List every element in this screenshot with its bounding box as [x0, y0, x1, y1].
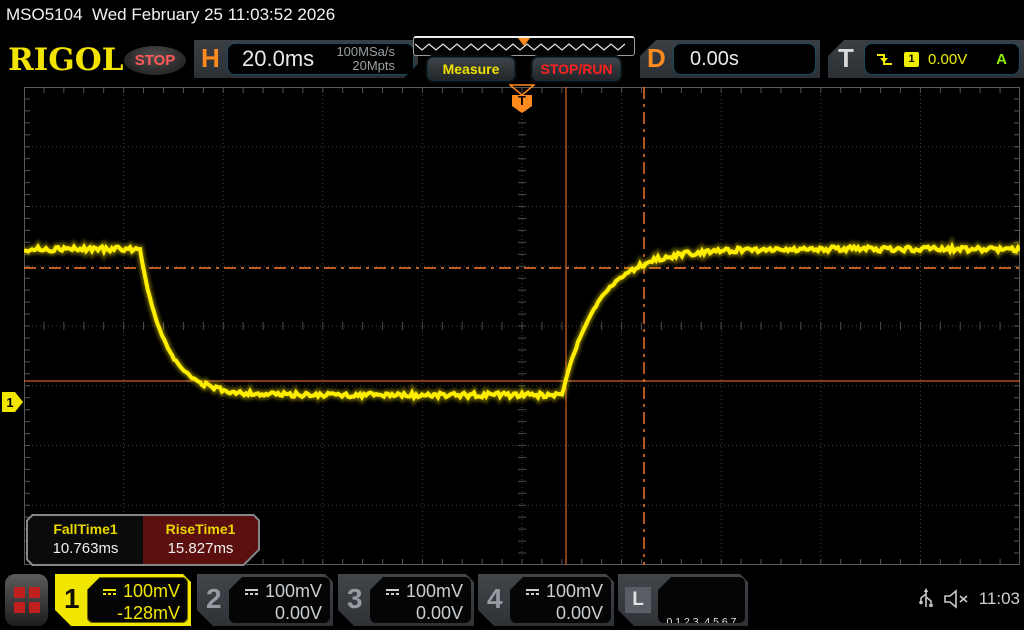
measurement-label: FallTime1: [28, 521, 143, 537]
channel-scale: 100mV: [406, 581, 463, 602]
logic-channels-row1: 0 1 2 3 4 5 6 7: [658, 615, 745, 630]
measurement-risetime[interactable]: RiseTime1 15.827ms: [143, 516, 258, 564]
delay-label: D: [647, 43, 666, 74]
trigger-mode: A: [996, 51, 1009, 68]
channel-number: 4: [487, 583, 503, 615]
falling-edge-icon: [875, 51, 895, 67]
horizontal-settings-box[interactable]: H 20.0ms 100MSa/s 20Mpts: [194, 40, 418, 78]
measurement-value: 15.827ms: [143, 540, 258, 557]
oscilloscope-screen: MSO5104 Wed February 25 11:03:52 2026 RI…: [0, 0, 1024, 630]
channel-scale: 100mV: [265, 581, 322, 602]
menu-grid-icon: [14, 587, 25, 598]
channel-offset: 0.00V: [245, 603, 322, 624]
usb-icon: [919, 588, 933, 610]
sample-rate: 100MSa/s: [336, 45, 395, 59]
status-clock: 11:03: [979, 589, 1020, 609]
menu-grid-icon: [29, 602, 40, 613]
channel-1-box[interactable]: 1 100mV -128mV: [55, 574, 191, 626]
channel-offset: 0.00V: [526, 603, 603, 624]
trigger-position-indicator-icon[interactable]: [518, 38, 530, 46]
measurement-label: RiseTime1: [143, 521, 258, 537]
horizontal-label: H: [201, 43, 220, 74]
logic-channels-box[interactable]: L 0 1 2 3 4 5 6 7 8 9 1011 12131415: [618, 574, 748, 626]
channel-scale: 100mV: [546, 581, 603, 602]
dc-coupling-icon: [245, 589, 258, 595]
delay-value: 0.00s: [674, 48, 739, 71]
dc-coupling-icon: [526, 589, 539, 595]
channel-4-box[interactable]: 4 100mV 0.00V: [478, 574, 614, 626]
channel-offset: -128mV: [103, 603, 180, 624]
memory-overview-bar[interactable]: [413, 36, 635, 56]
dc-coupling-icon: [103, 589, 116, 595]
measure-button[interactable]: Measure: [427, 57, 515, 81]
menu-grid-icon: [29, 587, 40, 598]
trigger-label: T: [838, 43, 854, 74]
svg-text:T: T: [518, 93, 526, 108]
run-state-badge: STOP: [124, 46, 186, 75]
channel-offset: 0.00V: [386, 603, 463, 624]
memory-depth: 20Mpts: [336, 59, 395, 73]
channel-3-box[interactable]: 3 100mV 0.00V: [338, 574, 474, 626]
channel-number: 2: [206, 583, 222, 615]
menu-grid-button[interactable]: [5, 574, 48, 626]
channel-number: 3: [347, 583, 363, 615]
measurement-falltime[interactable]: FallTime1 10.763ms: [28, 516, 143, 564]
svg-text:1: 1: [6, 395, 13, 410]
menu-grid-icon: [14, 602, 25, 613]
model-and-datetime: MSO5104 Wed February 25 11:03:52 2026: [6, 5, 335, 25]
logic-label: L: [625, 587, 651, 613]
channel-scale: 100mV: [123, 581, 180, 602]
channel-number: 1: [64, 583, 80, 615]
channel-2-box[interactable]: 2 100mV 0.00V: [197, 574, 333, 626]
trigger-source-badge: 1: [904, 52, 919, 67]
waveform-display-area[interactable]: [24, 87, 1020, 565]
channel-1-marker-icon[interactable]: 1: [2, 392, 24, 412]
titlebar: MSO5104 Wed February 25 11:03:52 2026: [0, 0, 1024, 30]
measurement-panel: FallTime1 10.763ms RiseTime1 15.827ms: [26, 514, 260, 566]
timebase-value: 20.0ms: [228, 46, 336, 72]
measurement-value: 10.763ms: [28, 540, 143, 557]
speaker-muted-icon[interactable]: [943, 589, 969, 609]
trigger-marker-icon[interactable]: T: [509, 84, 535, 114]
stop-run-button[interactable]: STOP/RUN: [532, 57, 621, 81]
rigol-logo: RIGOL: [8, 42, 124, 78]
dc-coupling-icon: [386, 589, 399, 595]
trigger-settings-box[interactable]: T 1 0.00V A: [828, 40, 1024, 78]
trigger-level-value: 0.00V: [928, 51, 987, 68]
delay-settings-box[interactable]: D 0.00s: [640, 40, 820, 78]
